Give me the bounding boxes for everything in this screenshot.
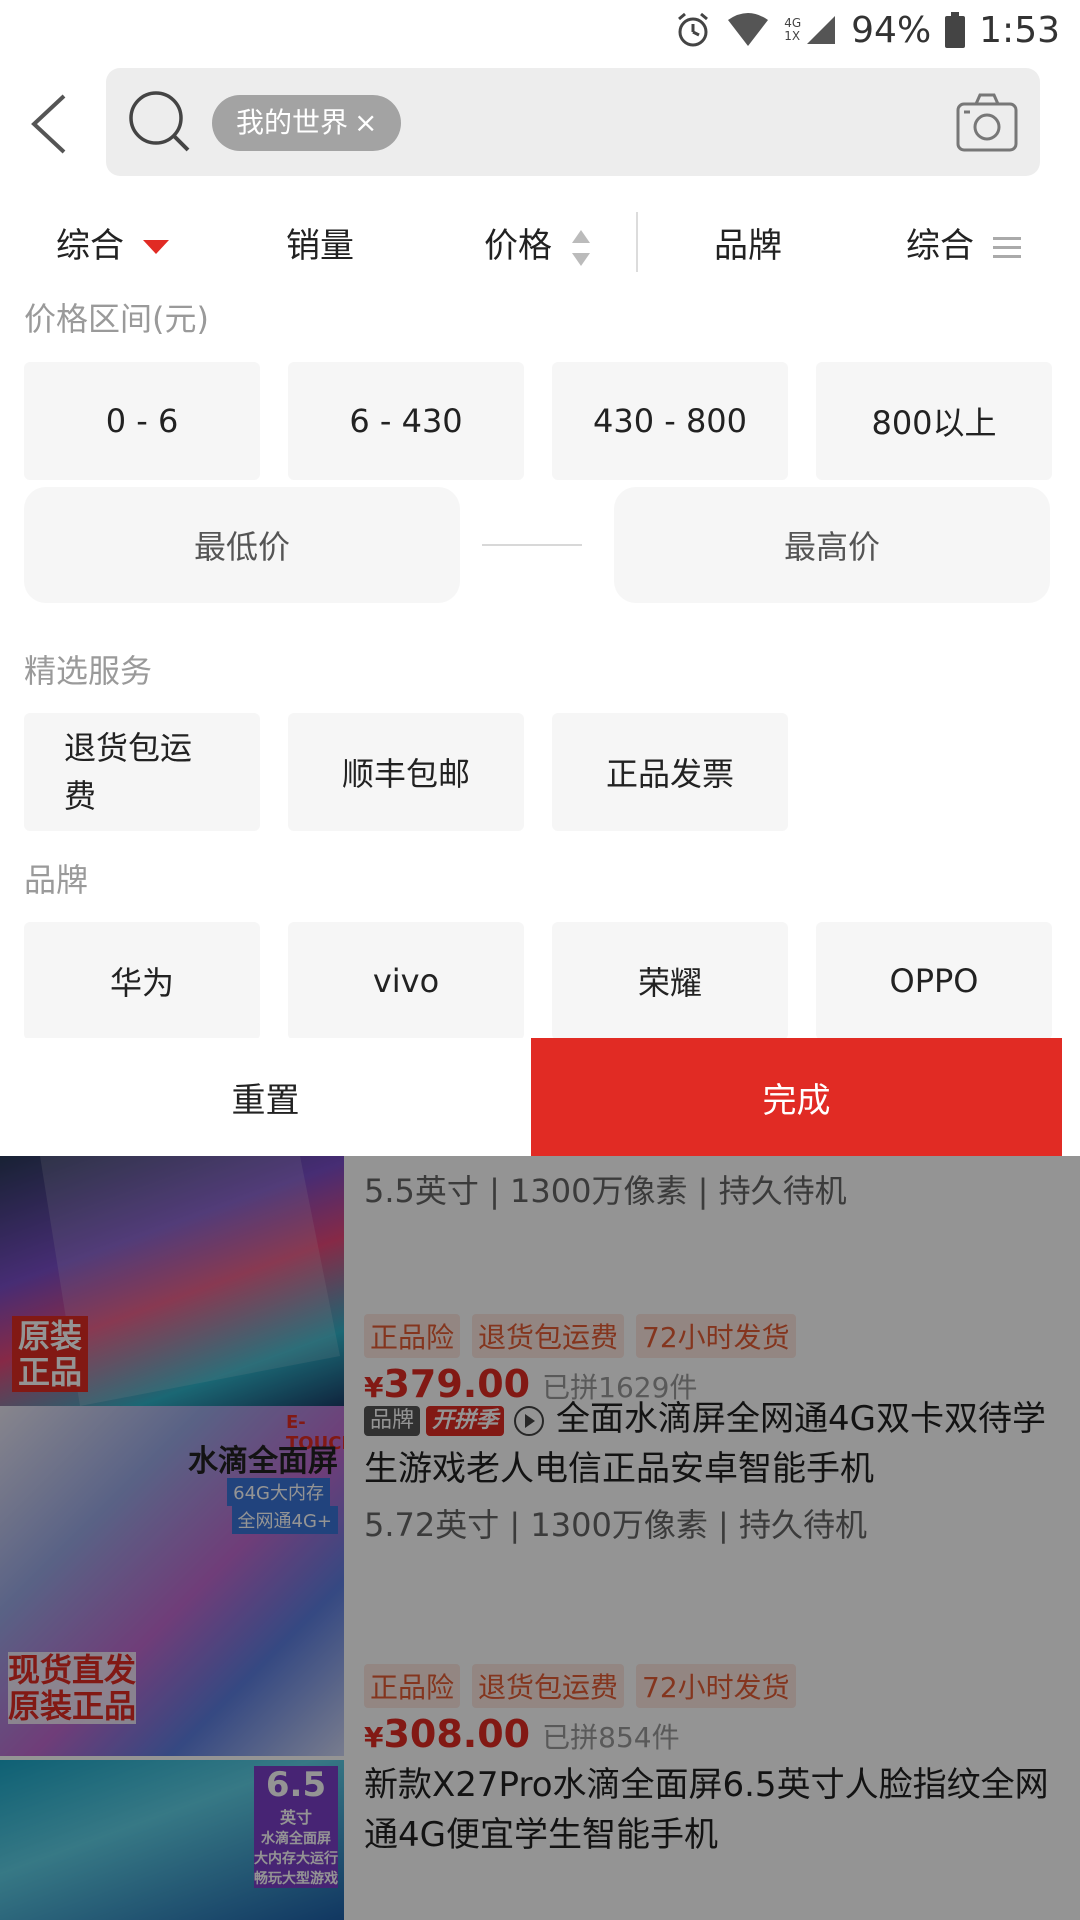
service-option-label: 退货包运费	[64, 729, 193, 815]
sort-tab-brand[interactable]: 品牌	[714, 222, 782, 270]
network-type: 4G 1X	[784, 17, 801, 43]
signal-icon	[805, 14, 837, 46]
sort-tab-label: 品牌	[714, 226, 782, 266]
sort-tab-comprehensive[interactable]: 综合	[56, 222, 169, 270]
service-section-title: 精选服务	[24, 652, 153, 690]
brand-option[interactable]: 荣耀	[552, 922, 788, 1040]
done-button[interactable]: 完成	[531, 1038, 1062, 1156]
price-range-dash	[482, 544, 582, 546]
sort-updown-icon	[571, 229, 590, 266]
sort-tab-label: 综合	[56, 226, 124, 266]
wifi-icon	[726, 12, 770, 48]
search-icon	[128, 90, 192, 158]
network-bottom-label: 1X	[784, 29, 801, 43]
menu-lines-icon	[992, 236, 1021, 258]
back-button[interactable]	[30, 90, 80, 190]
battery-percent: 94%	[851, 9, 932, 51]
sort-tab-label: 综合	[906, 226, 974, 266]
brand-section-title: 品牌	[24, 861, 89, 899]
price-range-option[interactable]: 6 - 430	[288, 362, 524, 480]
clock-time: 1:53	[979, 9, 1060, 51]
brand-option[interactable]: vivo	[288, 922, 524, 1040]
reset-button[interactable]: 重置	[0, 1038, 531, 1156]
brand-option[interactable]: 华为	[24, 922, 260, 1040]
status-icons: 4G 1X 94% 1:53	[674, 6, 1060, 54]
chip-label: 我的世界	[236, 106, 349, 139]
sort-divider	[636, 212, 638, 272]
dim-overlay[interactable]	[0, 1156, 1080, 1920]
sort-tab-label: 价格	[484, 226, 552, 266]
service-option[interactable]: 正品发票	[552, 713, 788, 831]
service-option[interactable]: 退货包运费	[24, 713, 260, 831]
alarm-icon	[674, 11, 712, 49]
price-section-title: 价格区间(元)	[24, 300, 209, 338]
max-price-input[interactable]: 最高价	[614, 487, 1050, 603]
price-range-option[interactable]: 800以上	[816, 362, 1052, 480]
sort-tab-sales[interactable]: 销量	[286, 222, 354, 270]
search-bar[interactable]: 我的世界 ×	[106, 68, 1040, 176]
sort-tab-label: 销量	[286, 226, 354, 266]
camera-icon[interactable]	[956, 92, 1018, 156]
battery-icon	[945, 12, 966, 48]
service-option[interactable]: 顺丰包邮	[288, 713, 524, 831]
chevron-left-icon	[31, 94, 66, 154]
sort-bar: 综合 销量 价格 品牌 综合	[0, 200, 1080, 292]
filter-action-bar: 重置 完成	[0, 1038, 1080, 1156]
triangle-down-icon	[142, 239, 169, 254]
brand-option[interactable]: OPPO	[816, 922, 1052, 1040]
filter-menu-button[interactable]: 综合	[906, 222, 1021, 270]
search-keyword-chip[interactable]: 我的世界 ×	[212, 95, 402, 151]
min-price-input[interactable]: 最低价	[24, 487, 460, 603]
chip-close-icon[interactable]: ×	[354, 106, 377, 139]
sort-tab-price[interactable]: 价格	[484, 222, 591, 270]
price-range-option[interactable]: 430 - 800	[552, 362, 788, 480]
status-bar: 4G 1X 94% 1:53	[0, 0, 1080, 60]
price-range-option[interactable]: 0 - 6	[24, 362, 260, 480]
